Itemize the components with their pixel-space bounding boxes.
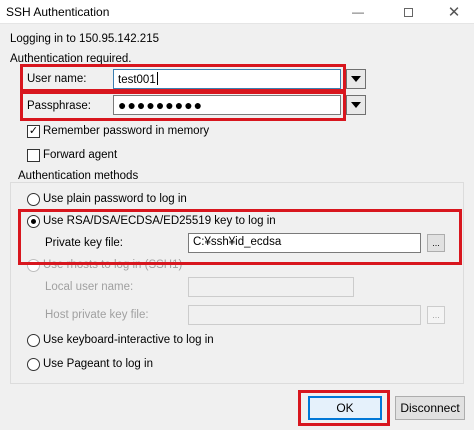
logging-in-text: Logging in to 150.95.142.215 bbox=[10, 33, 159, 45]
private-key-value: C:¥ssh¥id_ecdsa bbox=[193, 236, 282, 248]
maximize-icon bbox=[403, 7, 413, 17]
passphrase-label: Passphrase: bbox=[27, 100, 91, 112]
forward-agent-label: Forward agent bbox=[43, 149, 118, 161]
window-title: SSH Authentication bbox=[6, 5, 110, 19]
username-label: User name: bbox=[27, 73, 87, 85]
authentication-methods-label: Authentication methods bbox=[18, 170, 139, 182]
username-input[interactable]: test001 bbox=[113, 69, 341, 89]
maximize-button[interactable] bbox=[388, 0, 428, 24]
ok-button[interactable]: OK bbox=[308, 396, 382, 420]
radio-keyboard-interactive[interactable] bbox=[27, 334, 40, 347]
keyboard-interactive-label: Use keyboard-interactive to log in bbox=[43, 334, 214, 346]
host-key-label: Host private key file: bbox=[45, 309, 149, 321]
close-icon: ✕ bbox=[447, 4, 461, 21]
auth-required-text: Authentication required. bbox=[10, 53, 132, 65]
chevron-down-icon bbox=[351, 76, 361, 82]
radio-plain-password[interactable] bbox=[27, 193, 40, 206]
private-key-label: Private key file: bbox=[45, 237, 123, 249]
passphrase-dropdown-button[interactable] bbox=[346, 95, 366, 115]
browse-label: ... bbox=[432, 238, 440, 248]
username-dropdown-button[interactable] bbox=[346, 69, 366, 89]
text-caret bbox=[156, 72, 158, 85]
host-key-input[interactable] bbox=[188, 305, 421, 325]
forward-agent-checkbox[interactable] bbox=[27, 149, 40, 162]
radio-rhosts[interactable] bbox=[27, 259, 40, 272]
title-bar: SSH Authentication — ✕ bbox=[0, 0, 474, 24]
disconnect-button[interactable]: Disconnect bbox=[395, 396, 465, 420]
close-button[interactable]: ✕ bbox=[434, 0, 474, 24]
plain-password-label: Use plain password to log in bbox=[43, 193, 187, 205]
remember-password-checkbox[interactable]: ✓ bbox=[27, 125, 40, 138]
disconnect-label: Disconnect bbox=[400, 401, 460, 415]
local-user-label: Local user name: bbox=[45, 281, 134, 293]
passphrase-value: ●●●●●●●●● bbox=[118, 97, 204, 113]
remember-password-label: Remember password in memory bbox=[43, 125, 210, 137]
radio-pageant[interactable] bbox=[27, 358, 40, 371]
pageant-label: Use Pageant to log in bbox=[43, 358, 153, 370]
radio-key-auth[interactable] bbox=[27, 215, 40, 228]
rhosts-label: Use rhosts to log in (SSH1) bbox=[43, 259, 183, 271]
key-auth-label: Use RSA/DSA/ECDSA/ED25519 key to log in bbox=[43, 215, 276, 227]
passphrase-input[interactable]: ●●●●●●●●● bbox=[113, 95, 341, 115]
browse-label: ... bbox=[432, 310, 440, 320]
minimize-icon: — bbox=[352, 5, 364, 19]
checkmark-icon: ✓ bbox=[28, 125, 39, 137]
private-key-input[interactable]: C:¥ssh¥id_ecdsa bbox=[188, 233, 421, 253]
username-value: test001 bbox=[118, 74, 156, 86]
host-key-browse-button[interactable]: ... bbox=[427, 306, 445, 324]
chevron-down-icon bbox=[351, 102, 361, 108]
private-key-browse-button[interactable]: ... bbox=[427, 234, 445, 252]
minimize-button[interactable]: — bbox=[338, 0, 378, 24]
ok-label: OK bbox=[336, 401, 354, 415]
local-user-input[interactable] bbox=[188, 277, 354, 297]
